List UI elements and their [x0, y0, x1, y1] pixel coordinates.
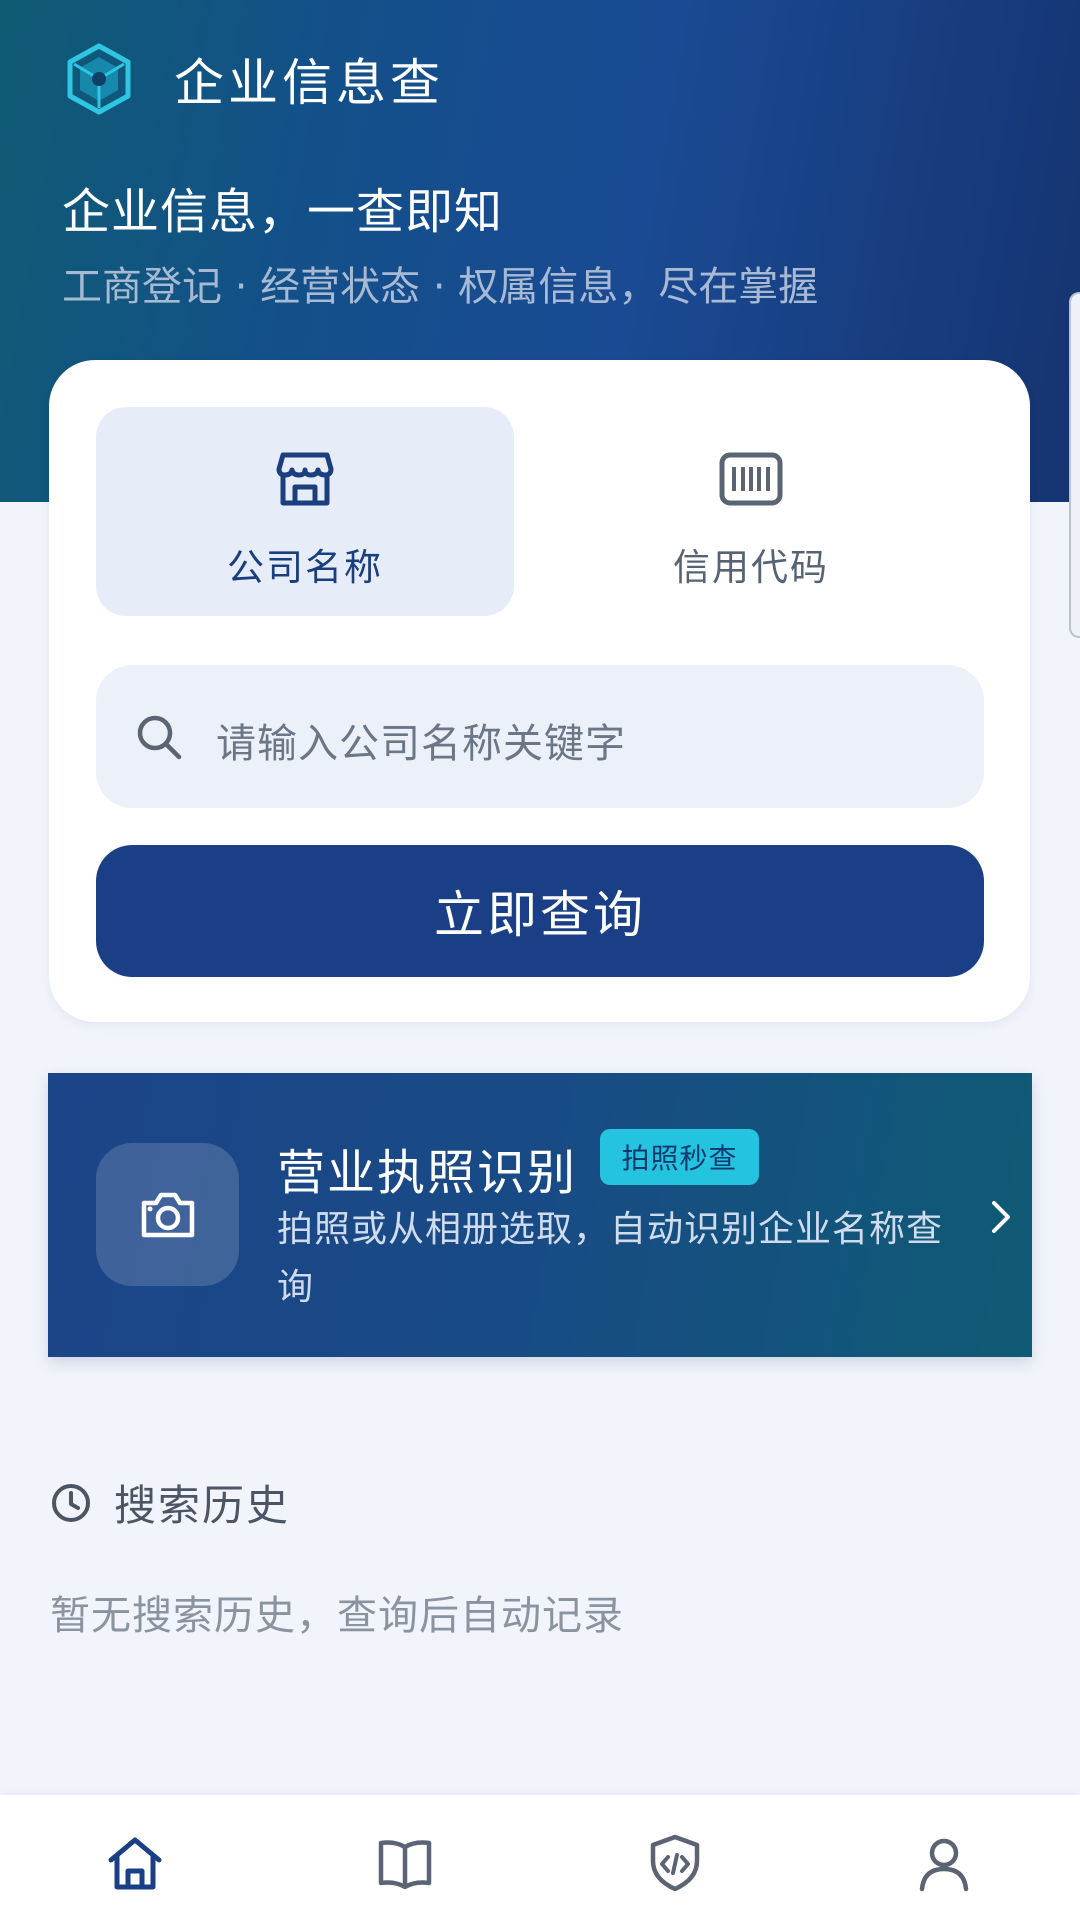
bottom-nav: [0, 1795, 1080, 1920]
camera-icon: [141, 1192, 194, 1237]
barcode-icon: [719, 452, 783, 506]
nav-guide[interactable]: [375, 1833, 435, 1893]
brand: 企业信息查: [62, 42, 444, 116]
license-ocr-card[interactable]: 营业执照识别 拍照秒查 拍照或从相册选取，自动识别企业名称查询: [48, 1073, 1032, 1357]
book-icon: [378, 1840, 432, 1890]
storefront-icon: [276, 452, 334, 506]
tab-credit-code[interactable]: 信用代码: [542, 407, 960, 616]
history-title: 搜索历史: [114, 1481, 291, 1530]
nav-home[interactable]: [105, 1833, 165, 1893]
nav-shield[interactable]: [645, 1833, 705, 1893]
nav-profile[interactable]: [914, 1833, 974, 1893]
tab-company-name-label: 公司名称: [227, 546, 383, 589]
ocr-title: 营业执照识别: [277, 1145, 578, 1201]
query-button[interactable]: 立即查询: [96, 845, 984, 977]
shield-code-icon: [650, 1834, 700, 1892]
history-empty-text: 暂无搜索历史，查询后自动记录: [50, 1593, 624, 1639]
tab-credit-code-label: 信用代码: [673, 546, 829, 589]
hero-headline: 企业信息，一查即知: [62, 184, 504, 240]
search-placeholder: 请输入公司名称关键字: [216, 721, 626, 767]
app-title: 企业信息查: [174, 54, 444, 112]
cube-logo-icon: [67, 43, 131, 115]
home-icon: [108, 1837, 162, 1890]
ocr-badge: 拍照秒查: [600, 1129, 759, 1185]
search-icon: [137, 715, 182, 760]
camera-icon-tile: [96, 1143, 239, 1286]
hero-subtitle: 工商登记 · 经营状态 · 权属信息，尽在掌握: [62, 264, 819, 310]
clock-icon: [52, 1483, 90, 1522]
user-icon: [919, 1838, 969, 1892]
ocr-description: 拍照或从相册选取，自动识别企业名称查询: [277, 1209, 944, 1308]
search-input[interactable]: 请输入公司名称关键字: [96, 665, 984, 808]
scrollbar[interactable]: [1069, 292, 1080, 638]
chevron-right-icon: [992, 1201, 1010, 1233]
search-card: 公司名称 信用代码 请输入公司名称关键字 立即查询: [49, 360, 1030, 1022]
history-header: 搜索历史: [50, 1472, 290, 1533]
tab-company-name[interactable]: 公司名称: [96, 407, 514, 616]
